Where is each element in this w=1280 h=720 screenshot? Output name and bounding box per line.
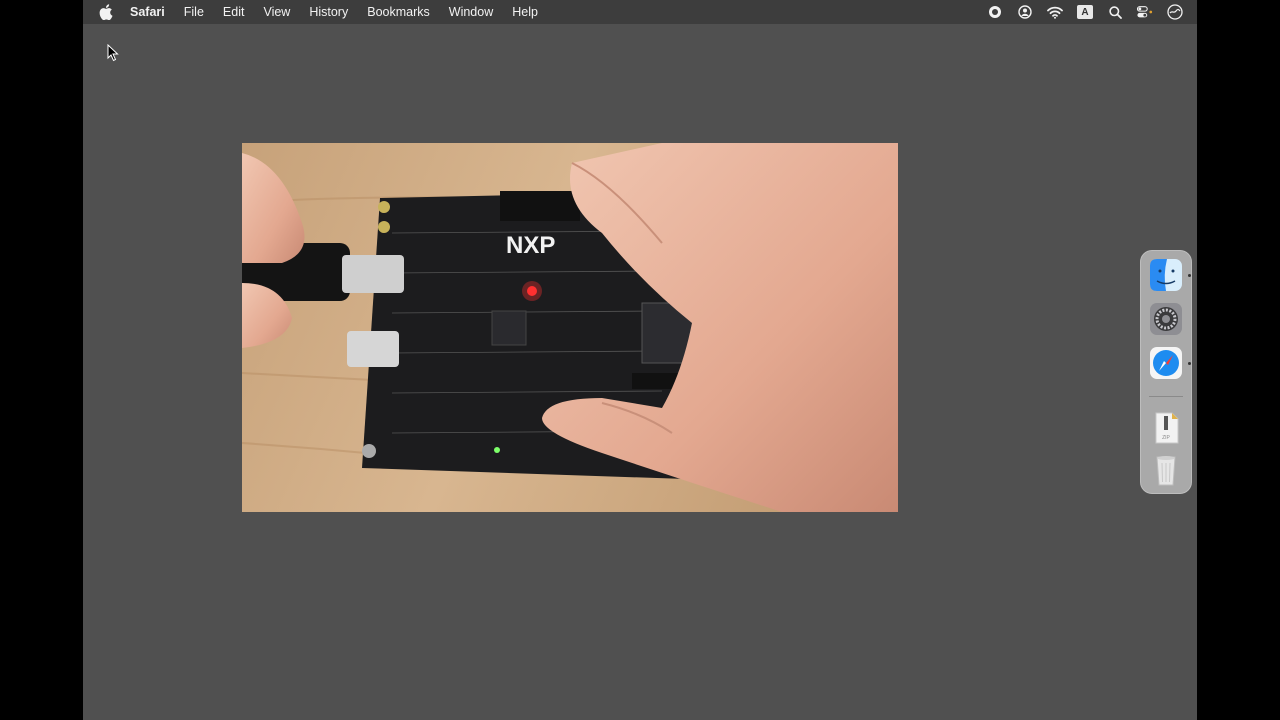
menu-app-safari[interactable]: Safari — [130, 5, 165, 19]
safari-running-indicator — [1188, 362, 1191, 365]
status-area: A — [987, 0, 1197, 24]
mouse-pointer-icon — [107, 44, 119, 62]
screen-record-icon[interactable] — [987, 4, 1003, 20]
dock-separator — [1149, 396, 1183, 397]
downloads-icon[interactable]: ZIP — [1149, 411, 1183, 445]
wifi-icon[interactable] — [1047, 4, 1063, 20]
apple-menu-icon[interactable] — [99, 4, 113, 20]
menu-file[interactable]: File — [184, 5, 204, 19]
video-frame-image: NXP — [242, 143, 898, 512]
menu-view[interactable]: View — [263, 5, 290, 19]
system-settings-icon[interactable] — [1149, 302, 1183, 336]
video-player[interactable]: NXP — [242, 143, 898, 512]
safari-icon[interactable] — [1149, 346, 1183, 380]
input-source-icon[interactable]: A — [1077, 4, 1093, 20]
finder-icon[interactable] — [1149, 258, 1183, 292]
input-source-label: A — [1077, 5, 1093, 19]
menu-edit[interactable]: Edit — [223, 5, 245, 19]
finder-running-indicator — [1188, 274, 1191, 277]
menu-history[interactable]: History — [309, 5, 348, 19]
menu-window[interactable]: Window — [449, 5, 493, 19]
control-center-icon[interactable] — [1137, 4, 1153, 20]
svg-text:NXP: NXP — [506, 232, 555, 259]
trash-icon[interactable] — [1149, 453, 1183, 487]
dock: ZIP — [1140, 250, 1192, 494]
desktop: Safari File Edit View History Bookmarks … — [83, 0, 1197, 720]
spotlight-search-icon[interactable] — [1107, 4, 1123, 20]
siri-icon[interactable] — [1167, 4, 1183, 20]
menu-bookmarks[interactable]: Bookmarks — [367, 5, 430, 19]
user-account-icon[interactable] — [1017, 4, 1033, 20]
svg-text:ZIP: ZIP — [1162, 435, 1170, 441]
menu-bar: Safari File Edit View History Bookmarks … — [83, 0, 1197, 24]
menu-help[interactable]: Help — [512, 5, 538, 19]
